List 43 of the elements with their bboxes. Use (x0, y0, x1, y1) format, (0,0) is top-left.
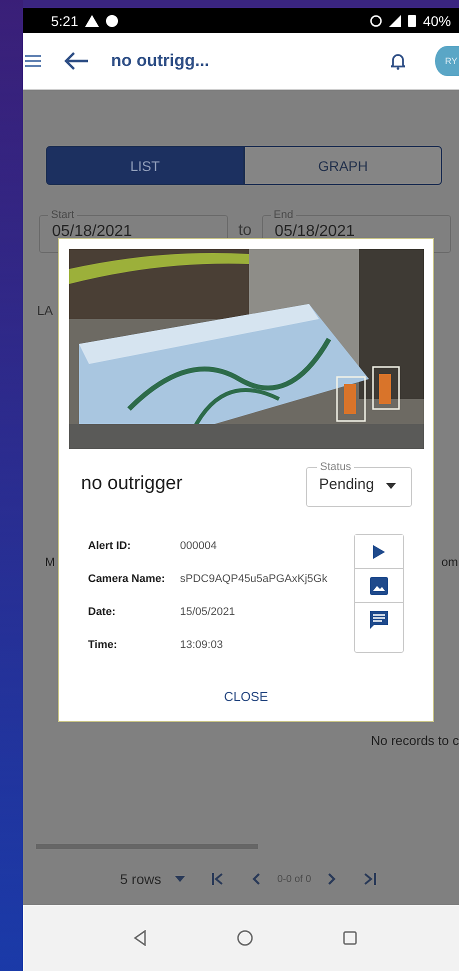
first-page-icon[interactable] (211, 872, 226, 886)
comment-icon (370, 611, 388, 629)
scrollbar[interactable] (36, 844, 258, 849)
page-title: no outrigg... (111, 51, 210, 71)
bell-icon[interactable] (391, 52, 405, 70)
table-text: M (45, 555, 55, 569)
detail-value: 15/05/2021 (180, 606, 236, 618)
detail-label: Date: (88, 606, 117, 618)
warning-icon (85, 14, 100, 26)
caret-icon (175, 876, 186, 882)
image-icon (370, 576, 388, 594)
play-button[interactable] (355, 535, 403, 569)
view-tab[interactable]: LIST (46, 146, 244, 185)
back-arrow-icon[interactable] (63, 51, 89, 71)
status-time: 5:21 (51, 12, 78, 28)
detail-value: sPDC9AQP45u5aPGAxKj5Gk (180, 572, 328, 584)
last-page-icon[interactable] (363, 872, 378, 886)
battery-icon (408, 14, 416, 27)
status-select[interactable]: Status Pending (306, 461, 412, 507)
detail-value: 000004 (180, 540, 217, 552)
back-icon[interactable] (133, 930, 147, 946)
detail-label: Camera Name: (88, 572, 166, 584)
signal-icon (388, 14, 401, 26)
battery-level: 40% (422, 12, 451, 28)
caret-icon (386, 483, 396, 489)
table-text: om (441, 555, 458, 569)
alert-title: no outrigger (81, 473, 182, 495)
section-label: LA (37, 303, 53, 318)
view-tab[interactable]: GRAPH (244, 146, 442, 185)
detail-label: Alert ID: (88, 540, 132, 552)
recent-apps-icon[interactable] (343, 931, 357, 945)
play-icon (373, 544, 385, 558)
rows-per-page-select[interactable]: 5 rows (120, 871, 186, 887)
next-page-icon[interactable] (327, 872, 338, 886)
detail-value: 13:09:03 (180, 638, 223, 650)
home-icon[interactable] (237, 930, 253, 946)
close-button[interactable]: CLOSE (216, 685, 276, 708)
empty-message: No records to c (370, 733, 459, 748)
detail-label: Time: (88, 638, 118, 650)
range-separator: to (238, 222, 252, 240)
menu-icon[interactable] (25, 55, 41, 67)
user-avatar[interactable]: RY (435, 46, 459, 76)
previous-page-icon[interactable] (251, 872, 262, 886)
